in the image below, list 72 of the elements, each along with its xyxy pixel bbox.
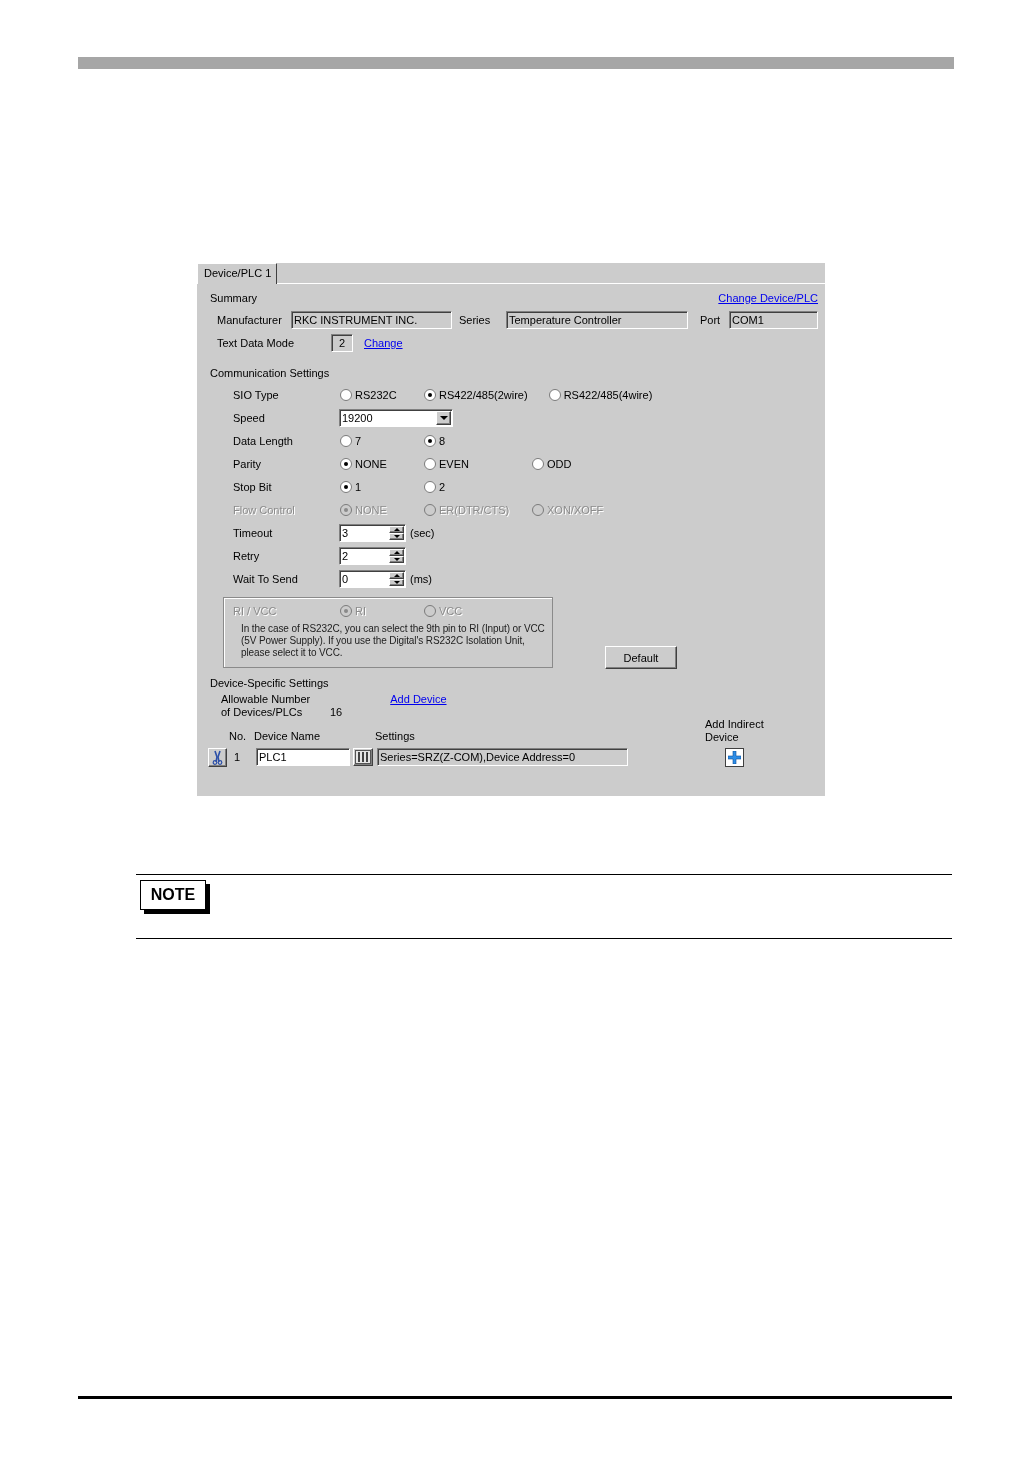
- scissors-icon: [211, 749, 224, 765]
- note-text: In the case of RS232C, you can select the 9th pin to RI (Input) or VCC (5V Power Supply). If you use the Digital's RS232C Isolation Unit, please select it to VCC.: [241, 623, 546, 659]
- setting-label: Stop Bit: [233, 480, 273, 495]
- setting-label: Data Length: [233, 434, 294, 449]
- radio-option[interactable]: 8: [424, 433, 446, 449]
- setting-label: Speed: [233, 411, 266, 426]
- radio-option[interactable]: RS422/485(4wire): [548, 387, 653, 403]
- spin-down-button[interactable]: [389, 533, 404, 540]
- dropdown-button[interactable]: [436, 411, 451, 425]
- radio-option[interactable]: RS422/485(2wire): [424, 387, 528, 403]
- section-title: Communication Settings: [210, 366, 331, 381]
- device-name-field[interactable]: PLC1: [256, 748, 350, 766]
- setting-label: Retry: [233, 549, 261, 564]
- field-label: Manufacturer: [217, 313, 283, 328]
- add-device-link[interactable]: Add Device: [390, 693, 447, 706]
- allowable-number-label: Allowable Number of Devices/PLCs: [221, 693, 312, 719]
- columns-button[interactable]: [353, 748, 373, 766]
- section-title: Device-Specific Settings: [210, 676, 330, 691]
- radio-option[interactable]: NONE: [340, 456, 387, 472]
- field-label: Port: [700, 313, 722, 328]
- text-field[interactable]: Temperature Controller: [506, 311, 688, 329]
- plus-icon: [728, 750, 741, 764]
- text-field[interactable]: RKC INSTRUMENT INC.: [291, 311, 452, 329]
- field-label: Text Data Mode: [217, 336, 296, 351]
- unit-label: (sec): [410, 526, 435, 541]
- setting-label: Flow Control: [233, 503, 296, 518]
- column-header: Device Name: [254, 729, 322, 744]
- spin-up-button[interactable]: [389, 549, 404, 556]
- caret-down-icon: [393, 558, 400, 561]
- spin-down-button[interactable]: [389, 579, 404, 586]
- setting-label: Wait To Send: [233, 572, 299, 587]
- default-button[interactable]: Default: [605, 646, 677, 669]
- caret-down-icon: [393, 581, 400, 584]
- text-field[interactable]: COM1: [729, 311, 818, 329]
- spin-field[interactable]: 3: [339, 524, 406, 542]
- columns-icon: [355, 750, 371, 764]
- group-label: RI / VCC: [233, 604, 278, 619]
- dropdown-field[interactable]: 19200: [339, 409, 453, 427]
- scissors-button[interactable]: [208, 747, 227, 767]
- spin-field[interactable]: 0: [339, 570, 406, 588]
- radio-option[interactable]: 7: [340, 433, 362, 449]
- field-label: Series: [459, 313, 492, 328]
- spin-down-button[interactable]: [389, 556, 404, 563]
- tab[interactable]: Device/PLC 1: [197, 263, 277, 284]
- section-title: Summary: [210, 291, 258, 306]
- add-indirect-device-button[interactable]: [725, 747, 744, 767]
- spin-field[interactable]: 2: [339, 547, 406, 565]
- change-device-link[interactable]: Change Device/PLC: [718, 290, 818, 306]
- column-header: No.: [229, 729, 248, 744]
- radio-option[interactable]: RS232C: [340, 387, 397, 403]
- spin-up-button[interactable]: [389, 572, 404, 579]
- caret-down-icon: [439, 416, 448, 420]
- radio-option[interactable]: 2: [424, 479, 446, 495]
- text-field[interactable]: 2: [331, 334, 353, 352]
- table-cell-text: 1: [234, 750, 242, 765]
- caret-up-icon: [393, 551, 400, 554]
- radio-option[interactable]: EVEN: [424, 456, 469, 472]
- change-link[interactable]: Change: [364, 337, 403, 349]
- radio-option[interactable]: ODD: [532, 456, 572, 472]
- caret-up-icon: [393, 574, 400, 577]
- caret-down-icon: [393, 535, 400, 538]
- caret-up-icon: [393, 528, 400, 531]
- spin-up-button[interactable]: [389, 526, 404, 533]
- column-header: Settings: [375, 729, 416, 744]
- settings-field[interactable]: Series=SRZ(Z-COM),Device Address=0: [377, 748, 628, 766]
- setting-label: SIO Type: [233, 388, 280, 403]
- allowable-count: 16: [330, 706, 343, 719]
- radio-option[interactable]: 1: [340, 479, 362, 495]
- setting-label: Timeout: [233, 526, 274, 541]
- setting-label: Parity: [233, 457, 263, 472]
- unit-label: (ms): [410, 572, 432, 587]
- column-header: Add Indirect Device: [705, 718, 765, 744]
